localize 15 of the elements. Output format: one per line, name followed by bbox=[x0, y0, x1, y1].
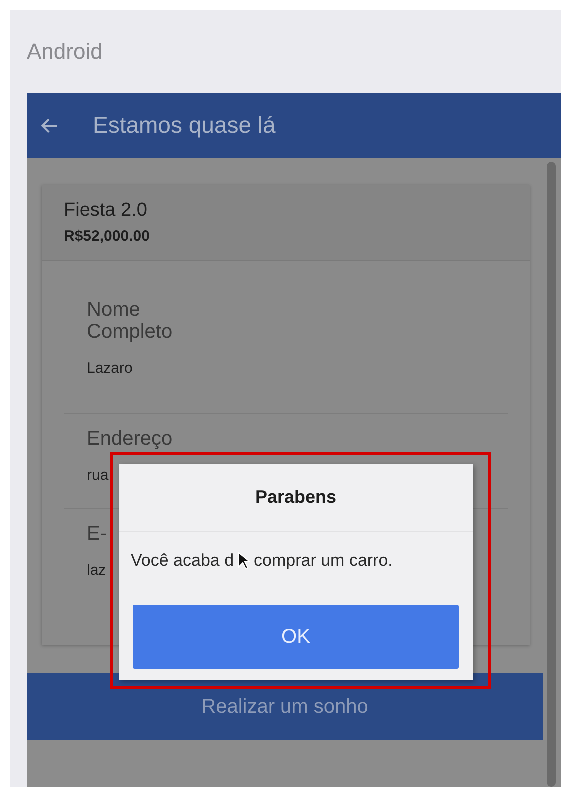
field-value: rua bbox=[87, 466, 109, 486]
window-title: Android bbox=[27, 38, 103, 66]
field-label: E- bbox=[87, 523, 107, 545]
field-value: Lazaro bbox=[87, 359, 133, 379]
ok-button[interactable]: OK bbox=[133, 605, 459, 669]
dialog-message: comprar um carro. bbox=[254, 550, 393, 572]
product-price: R$52,000.00 bbox=[64, 226, 151, 246]
app-bar-title: Estamos quase lá bbox=[93, 111, 276, 140]
field-value: laz bbox=[87, 561, 106, 581]
field-label: Nome Completo bbox=[87, 299, 174, 343]
product-name: Fiesta 2.0 bbox=[64, 199, 148, 223]
mouse-cursor-icon bbox=[238, 552, 250, 570]
dialog-title: Parabens bbox=[255, 486, 337, 509]
field-label: Endereço bbox=[87, 428, 173, 450]
dialog-message: Você acaba d bbox=[131, 550, 234, 572]
